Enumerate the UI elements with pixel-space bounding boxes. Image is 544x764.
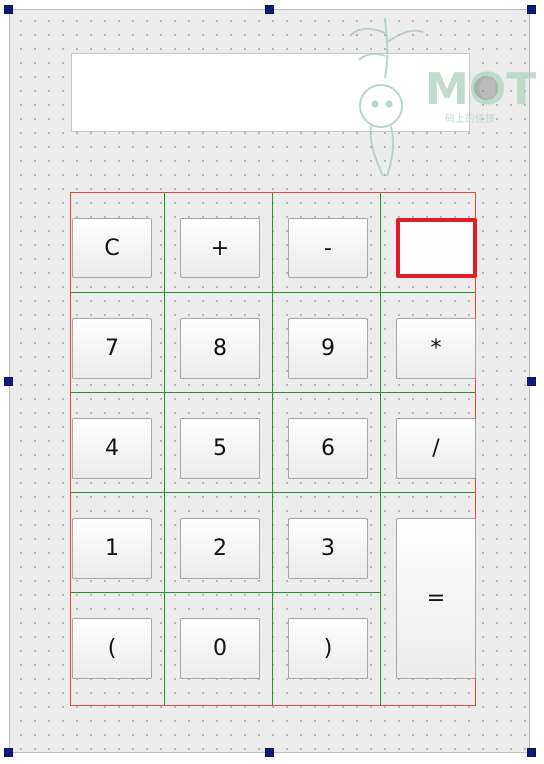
digit-3-button[interactable]: 3 [288, 518, 368, 579]
multiply-button[interactable]: * [396, 318, 476, 379]
grid-line-vertical [164, 193, 165, 705]
digit-1-button[interactable]: 1 [72, 518, 152, 579]
digit-4-button[interactable]: 4 [72, 418, 152, 479]
minus-button[interactable]: - [288, 218, 368, 278]
grid-line-horizontal [71, 292, 475, 293]
resize-handle-bottom-right[interactable] [527, 748, 536, 757]
resize-handle-top-left[interactable] [4, 5, 13, 14]
resize-handle-bottom-center[interactable] [265, 748, 274, 757]
digit-8-button[interactable]: 8 [180, 318, 260, 379]
digit-6-button[interactable]: 6 [288, 418, 368, 479]
resize-handle-bottom-left[interactable] [4, 748, 13, 757]
digit-2-button[interactable]: 2 [180, 518, 260, 579]
grid-line-horizontal [71, 592, 381, 593]
resize-handle-middle-right[interactable] [527, 377, 536, 386]
digit-7-button[interactable]: 7 [72, 318, 152, 379]
close-paren-button[interactable]: ) [288, 618, 368, 679]
grid-line-vertical [380, 193, 381, 705]
open-paren-button[interactable]: ( [72, 618, 152, 679]
digit-5-button[interactable]: 5 [180, 418, 260, 479]
grid-line-horizontal [71, 392, 475, 393]
display-input[interactable] [71, 53, 470, 132]
grid-line-vertical [272, 193, 273, 705]
equals-button[interactable]: = [396, 518, 476, 679]
resize-handle-top-center[interactable] [265, 5, 274, 14]
selected-blank-button[interactable] [396, 218, 477, 278]
resize-handle-top-right[interactable] [527, 5, 536, 14]
plus-button[interactable]: + [180, 218, 260, 278]
digit-0-button[interactable]: 0 [180, 618, 260, 679]
divide-button[interactable]: / [396, 418, 476, 479]
resize-handle-middle-left[interactable] [4, 377, 13, 386]
clear-button[interactable]: C [72, 218, 152, 278]
digit-9-button[interactable]: 9 [288, 318, 368, 379]
grid-line-horizontal [71, 492, 475, 493]
